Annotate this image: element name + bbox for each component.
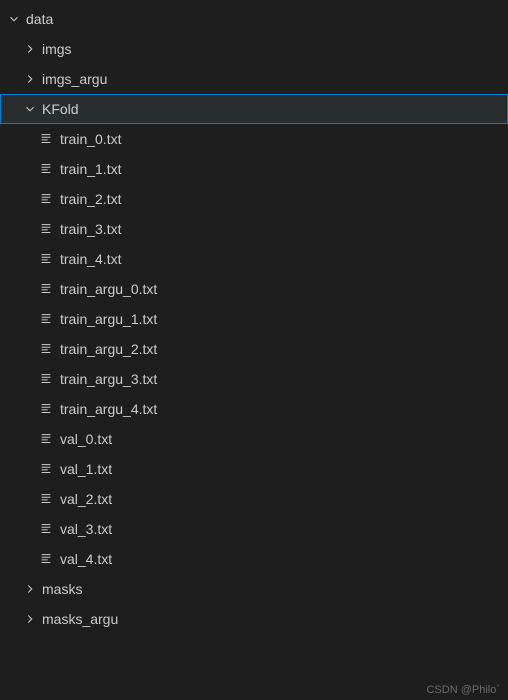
file-item[interactable]: val_2.txt — [0, 484, 508, 514]
file-label: val_2.txt — [60, 484, 112, 514]
folder-masks-argu[interactable]: masks_argu — [0, 604, 508, 634]
file-label: train_argu_3.txt — [60, 364, 157, 394]
file-explorer-tree: data imgs imgs_argu KFold train_0.txt tr… — [0, 0, 508, 634]
text-file-icon — [38, 521, 54, 537]
folder-label: KFold — [42, 94, 79, 124]
file-item[interactable]: train_argu_0.txt — [0, 274, 508, 304]
folder-imgs-argu[interactable]: imgs_argu — [0, 64, 508, 94]
file-item[interactable]: train_4.txt — [0, 244, 508, 274]
file-item[interactable]: val_4.txt — [0, 544, 508, 574]
file-item[interactable]: train_2.txt — [0, 184, 508, 214]
text-file-icon — [38, 281, 54, 297]
chevron-right-icon — [22, 581, 38, 597]
folder-label: imgs — [42, 34, 72, 64]
text-file-icon — [38, 341, 54, 357]
file-label: train_argu_2.txt — [60, 334, 157, 364]
file-label: train_argu_0.txt — [60, 274, 157, 304]
folder-data[interactable]: data — [0, 4, 508, 34]
text-file-icon — [38, 161, 54, 177]
text-file-icon — [38, 131, 54, 147]
folder-imgs[interactable]: imgs — [0, 34, 508, 64]
file-item[interactable]: val_1.txt — [0, 454, 508, 484]
chevron-down-icon — [6, 11, 22, 27]
file-label: val_3.txt — [60, 514, 112, 544]
text-file-icon — [38, 401, 54, 417]
text-file-icon — [38, 371, 54, 387]
file-item[interactable]: train_argu_1.txt — [0, 304, 508, 334]
file-label: train_2.txt — [60, 184, 121, 214]
text-file-icon — [38, 461, 54, 477]
chevron-right-icon — [22, 611, 38, 627]
file-item[interactable]: val_3.txt — [0, 514, 508, 544]
watermark: CSDN @Philo` — [426, 684, 500, 696]
text-file-icon — [38, 491, 54, 507]
file-label: train_0.txt — [60, 124, 121, 154]
folder-masks[interactable]: masks — [0, 574, 508, 604]
file-item[interactable]: train_argu_4.txt — [0, 394, 508, 424]
file-label: train_4.txt — [60, 244, 121, 274]
text-file-icon — [38, 311, 54, 327]
chevron-down-icon — [22, 101, 38, 117]
chevron-right-icon — [22, 71, 38, 87]
folder-kfold[interactable]: KFold — [0, 94, 508, 124]
file-item[interactable]: train_3.txt — [0, 214, 508, 244]
file-label: val_4.txt — [60, 544, 112, 574]
chevron-right-icon — [22, 41, 38, 57]
file-label: train_1.txt — [60, 154, 121, 184]
file-label: train_argu_1.txt — [60, 304, 157, 334]
file-label: val_0.txt — [60, 424, 112, 454]
file-item[interactable]: val_0.txt — [0, 424, 508, 454]
text-file-icon — [38, 191, 54, 207]
folder-label: data — [26, 4, 53, 34]
folder-label: masks_argu — [42, 604, 118, 634]
text-file-icon — [38, 551, 54, 567]
file-item[interactable]: train_argu_3.txt — [0, 364, 508, 394]
text-file-icon — [38, 251, 54, 267]
text-file-icon — [38, 431, 54, 447]
file-item[interactable]: train_1.txt — [0, 154, 508, 184]
file-label: val_1.txt — [60, 454, 112, 484]
file-label: train_argu_4.txt — [60, 394, 157, 424]
file-item[interactable]: train_argu_2.txt — [0, 334, 508, 364]
file-item[interactable]: train_0.txt — [0, 124, 508, 154]
folder-label: imgs_argu — [42, 64, 107, 94]
file-label: train_3.txt — [60, 214, 121, 244]
folder-label: masks — [42, 574, 82, 604]
text-file-icon — [38, 221, 54, 237]
